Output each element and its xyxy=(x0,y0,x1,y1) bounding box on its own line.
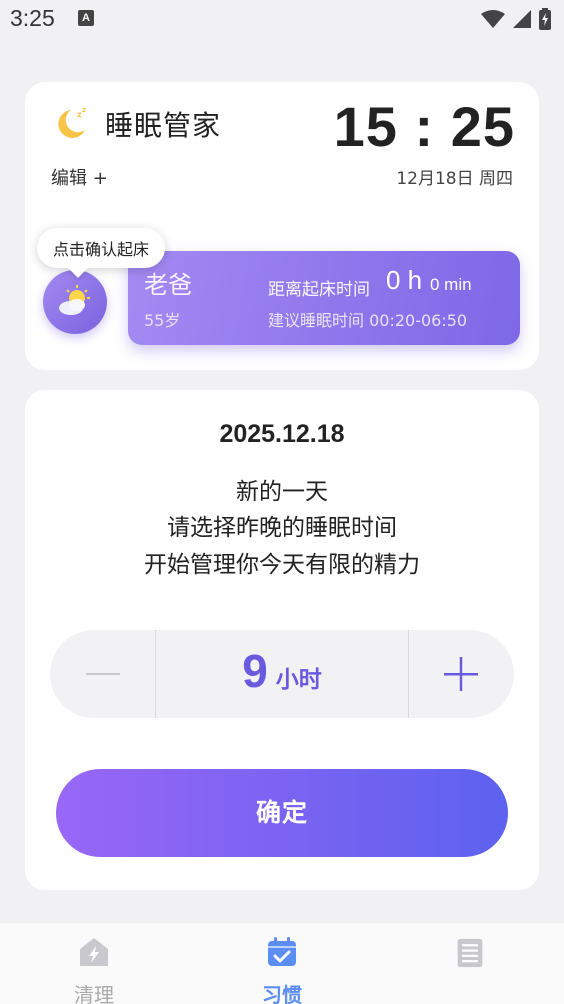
increase-button[interactable] xyxy=(408,630,514,718)
clock: 15 : 25 xyxy=(333,95,515,158)
hours-unit: 小时 xyxy=(275,667,322,693)
status-bar: 3:25 A xyxy=(0,0,564,40)
nav-label-habit: 习惯 xyxy=(262,983,302,1004)
sleep-hours-stepper: 9 小时 xyxy=(50,630,514,718)
svg-text:z: z xyxy=(82,106,86,114)
minus-icon xyxy=(86,673,120,675)
date-weekday: 12月18日 周四 xyxy=(396,169,513,189)
edit-button[interactable]: 编辑 + xyxy=(51,164,108,190)
calendar-check-icon xyxy=(268,937,296,966)
notification-a-icon: A xyxy=(78,10,94,26)
member-age: 55岁 xyxy=(144,311,181,330)
status-icons xyxy=(480,8,552,30)
house-bolt-icon xyxy=(80,938,108,966)
wake-hours: 0 h xyxy=(386,265,423,295)
hours-value: 9 xyxy=(242,645,268,697)
nav-item-habit[interactable]: 习惯 xyxy=(188,923,376,1004)
nav-item-clean[interactable]: 清理 xyxy=(0,923,188,1004)
wake-tooltip: 点击确认起床 xyxy=(37,228,166,268)
message-line-1: 新的一天 xyxy=(236,479,328,505)
battery-icon xyxy=(539,8,551,30)
suggested-sleep-time: 建议睡眠时间 00:20-06:50 xyxy=(268,311,468,330)
hours-display: 9 小时 xyxy=(156,630,408,718)
plus-icon xyxy=(444,657,478,691)
wake-countdown-label: 距离起床时间 xyxy=(268,280,370,300)
status-time: 3:25 xyxy=(10,5,55,31)
sleep-manager-card: z z 睡眠管家 15 : 25 编辑 + 12月18日 周四 点击确认起床 老… xyxy=(25,82,539,370)
nav-label-clean: 清理 xyxy=(74,983,114,1004)
member-name: 老爸 xyxy=(144,271,192,299)
sun-cloud-icon xyxy=(59,285,90,315)
signal-icon xyxy=(513,10,531,28)
message-line-2: 请选择昨晚的睡眠时间 xyxy=(167,515,397,541)
wake-confirm-button[interactable] xyxy=(43,270,107,334)
member-sleep-card[interactable]: 老爸 55岁 距离起床时间 0 h 0 min 建议睡眠时间 00:20-06:… xyxy=(128,251,520,345)
confirm-button[interactable]: 确定 xyxy=(56,769,508,857)
nav-item-document[interactable] xyxy=(376,923,564,1004)
current-date: 2025.12.18 xyxy=(219,420,345,448)
wifi-icon xyxy=(481,10,505,28)
bottom-navigation: 清理 习惯 xyxy=(0,922,564,1004)
app-title: 睡眠管家 xyxy=(105,109,222,142)
decrease-button[interactable] xyxy=(50,630,156,718)
moon-zz-icon: z z xyxy=(58,106,86,138)
message-line-3: 开始管理你今天有限的精力 xyxy=(144,552,420,578)
sleep-input-card: 2025.12.18 新的一天 请选择昨晚的睡眠时间 开始管理你今天有限的精力 … xyxy=(25,390,539,890)
wake-minutes: 0 min xyxy=(430,275,472,294)
document-icon xyxy=(457,938,483,968)
